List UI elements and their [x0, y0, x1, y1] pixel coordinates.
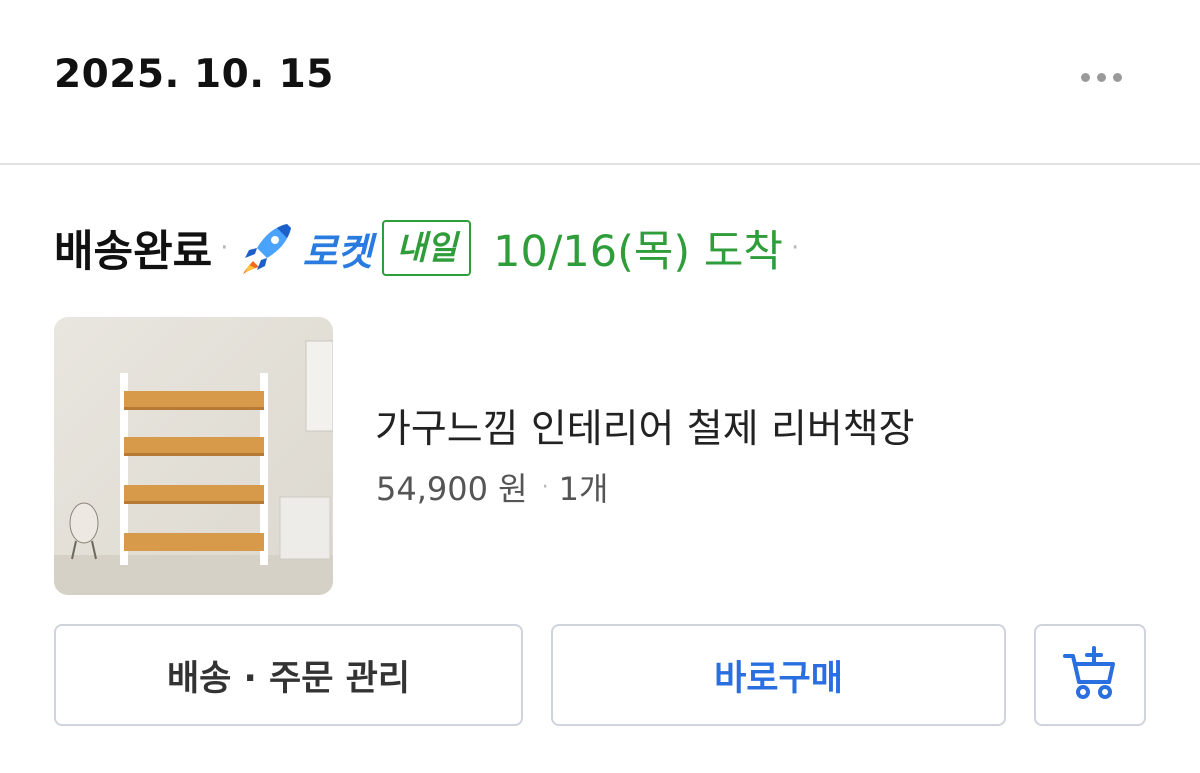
order-date: 2025. 10. 15 [54, 52, 334, 97]
order-header: 2025. 10. 15 [0, 0, 1200, 163]
arrival-date: 10/16(목) 도착 [493, 227, 783, 277]
delivery-status-row: 배송완료 · 로켓 내일 10/16(목) 도착 · [54, 218, 809, 278]
buy-now-button[interactable]: 바로구매 [551, 624, 1006, 726]
manage-order-button[interactable]: 배송 · 주문 관리 [54, 624, 523, 726]
more-dot-icon [1096, 72, 1106, 82]
separator-dot: · [541, 474, 549, 500]
price-row: 54,900 원 · 1개 [376, 464, 608, 510]
separator-dot: · [791, 233, 800, 263]
add-to-cart-icon [1063, 646, 1115, 699]
header-divider [0, 163, 1200, 165]
delivery-status: 배송완료 [54, 227, 213, 277]
product-image[interactable] [54, 317, 333, 595]
more-dot-icon [1112, 72, 1122, 82]
product-quantity: 1개 [558, 470, 609, 508]
rocket-delivery-label: 로켓 [302, 229, 373, 274]
bookshelf-image-icon [54, 317, 333, 595]
more-options-button[interactable] [1066, 60, 1136, 94]
product-price: 54,900 원 [376, 470, 528, 508]
add-to-cart-button[interactable] [1034, 624, 1146, 726]
more-dot-icon [1080, 72, 1090, 82]
rocket-icon [242, 224, 291, 274]
delivery-badge: 내일 [382, 220, 472, 276]
separator-dot: · [220, 233, 229, 263]
product-name[interactable]: 가구느낌 인테리어 철제 리버책장 [375, 398, 915, 454]
